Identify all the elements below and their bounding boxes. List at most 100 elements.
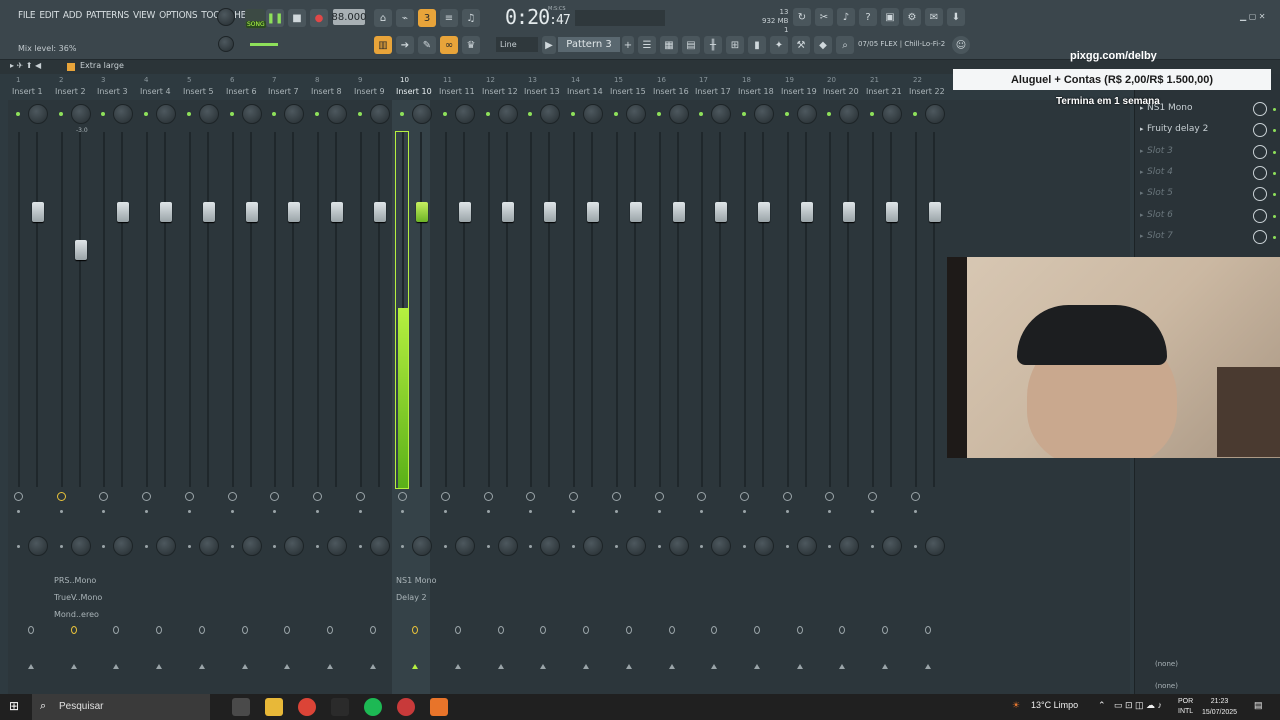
route-arrow-icon[interactable] — [626, 664, 632, 669]
input-select[interactable] — [1139, 646, 1277, 660]
stereo-knob[interactable] — [925, 536, 945, 556]
stereo-separation-icon[interactable] — [868, 492, 877, 501]
cart-icon[interactable]: ⌕ — [836, 36, 854, 54]
route-cable-icon[interactable] — [28, 626, 34, 634]
pan-knob[interactable] — [882, 104, 902, 124]
spotify-icon[interactable] — [364, 698, 382, 716]
track-name-16[interactable]: Insert 16 — [653, 87, 689, 96]
volume-fader[interactable] — [374, 202, 386, 222]
stereo-separation-icon[interactable] — [356, 492, 365, 501]
slot-enabled-led[interactable] — [1273, 108, 1276, 111]
track-active-led[interactable] — [358, 112, 362, 116]
send-dot[interactable] — [658, 510, 661, 513]
plugin-icon[interactable]: ⚙ — [903, 8, 921, 26]
send-dot[interactable] — [615, 510, 618, 513]
window-controls[interactable]: ▁ ▢ ✕ — [1240, 12, 1266, 21]
swap-icon[interactable] — [401, 545, 404, 548]
send-dot[interactable] — [316, 510, 319, 513]
track-name-17[interactable]: Insert 17 — [695, 87, 731, 96]
stamp-icon[interactable]: ♛ — [462, 36, 480, 54]
route-arrow-icon[interactable] — [284, 664, 290, 669]
stereo-knob[interactable] — [156, 536, 176, 556]
swap-icon[interactable] — [700, 545, 703, 548]
input-none-label[interactable]: (none) — [1155, 660, 1178, 668]
route-cable-icon[interactable] — [412, 626, 418, 634]
pan-knob[interactable] — [71, 104, 91, 124]
menu-view[interactable]: VIEW — [133, 10, 155, 21]
menu-file[interactable]: FILE — [18, 10, 36, 21]
wrench-icon[interactable]: ⚒ — [792, 36, 810, 54]
pan-knob[interactable] — [113, 104, 133, 124]
stereo-knob[interactable] — [839, 536, 859, 556]
tempo-display[interactable]: 88.000 — [332, 9, 367, 25]
swap-icon[interactable] — [828, 545, 831, 548]
stereo-separation-icon[interactable] — [313, 492, 322, 501]
save-icon[interactable]: ▣ — [881, 8, 899, 26]
track-active-led[interactable] — [827, 112, 831, 116]
blend-notes-icon[interactable]: ♫ — [462, 9, 480, 27]
route-arrow-icon[interactable] — [797, 664, 803, 669]
send-dot[interactable] — [743, 510, 746, 513]
fx-slot-4[interactable]: ▸ Slot 4 — [1140, 164, 1276, 184]
fl-studio-icon[interactable] — [430, 698, 448, 716]
download-icon[interactable]: ⬇ — [947, 8, 965, 26]
stereo-separation-icon[interactable] — [569, 492, 578, 501]
volume-fader[interactable] — [929, 202, 941, 222]
track-name-18[interactable]: Insert 18 — [738, 87, 774, 96]
swap-icon[interactable] — [444, 545, 447, 548]
stereo-knob[interactable] — [284, 536, 304, 556]
play-pattern-icon[interactable]: ▶ — [542, 36, 556, 54]
fx-slot-3[interactable]: ▸ Slot 3 — [1140, 143, 1276, 163]
track-active-led[interactable] — [528, 112, 532, 116]
pan-knob[interactable] — [242, 104, 262, 124]
volume-fader[interactable] — [630, 202, 642, 222]
route-arrow-icon[interactable] — [498, 664, 504, 669]
stop-icon[interactable]: ■ — [288, 9, 306, 27]
route-cable-icon[interactable] — [669, 626, 675, 634]
pan-knob[interactable] — [412, 104, 432, 124]
send-dot[interactable] — [487, 510, 490, 513]
track-active-led[interactable] — [913, 112, 917, 116]
countdown-icon[interactable]: 3 — [418, 9, 436, 27]
stereo-separation-icon[interactable] — [612, 492, 621, 501]
track-name-14[interactable]: Insert 14 — [567, 87, 603, 96]
menu-add[interactable]: ADD — [63, 10, 82, 21]
send-dot[interactable] — [359, 510, 362, 513]
route-arrow-icon[interactable] — [925, 664, 931, 669]
task-view-icon[interactable] — [232, 698, 250, 716]
pan-knob[interactable] — [327, 104, 347, 124]
volume-fader[interactable] — [331, 202, 343, 222]
pause-icon[interactable]: ❚❚ — [266, 9, 284, 27]
swap-icon[interactable] — [743, 545, 746, 548]
browser-icon[interactable]: ⊞ — [726, 36, 744, 54]
track-active-led[interactable] — [657, 112, 661, 116]
pan-knob[interactable] — [498, 104, 518, 124]
fx-slot-1[interactable]: ▸ NS1 Mono — [1140, 100, 1276, 120]
add-pattern-icon[interactable]: + — [622, 36, 634, 54]
stereo-separation-icon[interactable] — [783, 492, 792, 501]
swap-icon[interactable] — [60, 545, 63, 548]
route-cable-icon[interactable] — [498, 626, 504, 634]
obs-icon[interactable] — [397, 698, 415, 716]
mixer-menu-icon[interactable]: ▸ ✈ ⬆ ◀ — [10, 61, 41, 70]
route-arrow-icon[interactable] — [669, 664, 675, 669]
slot-enabled-led[interactable] — [1273, 171, 1276, 175]
slot-mix-knob[interactable] — [1253, 123, 1267, 138]
track-name-4[interactable]: Insert 4 — [140, 87, 171, 96]
chrome-icon[interactable] — [298, 698, 316, 716]
flex-preset-display[interactable]: 07/05 FLEX | Chill-Lo-Fi-2 — [858, 40, 945, 48]
send-dot[interactable] — [572, 510, 575, 513]
volume-fader[interactable] — [246, 202, 258, 222]
pan-knob[interactable] — [711, 104, 731, 124]
stereo-knob[interactable] — [199, 536, 219, 556]
route-cable-icon[interactable] — [925, 626, 931, 634]
send-dot[interactable] — [188, 510, 191, 513]
stereo-separation-icon[interactable] — [441, 492, 450, 501]
track-name-15[interactable]: Insert 15 — [610, 87, 646, 96]
swap-icon[interactable] — [658, 545, 661, 548]
fx-slot-7[interactable]: ▸ Slot 7 — [1140, 228, 1276, 248]
mic-icon[interactable]: ♪ — [837, 8, 855, 26]
track-active-led[interactable] — [230, 112, 234, 116]
volume-fader[interactable] — [288, 202, 300, 222]
swap-icon[interactable] — [529, 545, 532, 548]
